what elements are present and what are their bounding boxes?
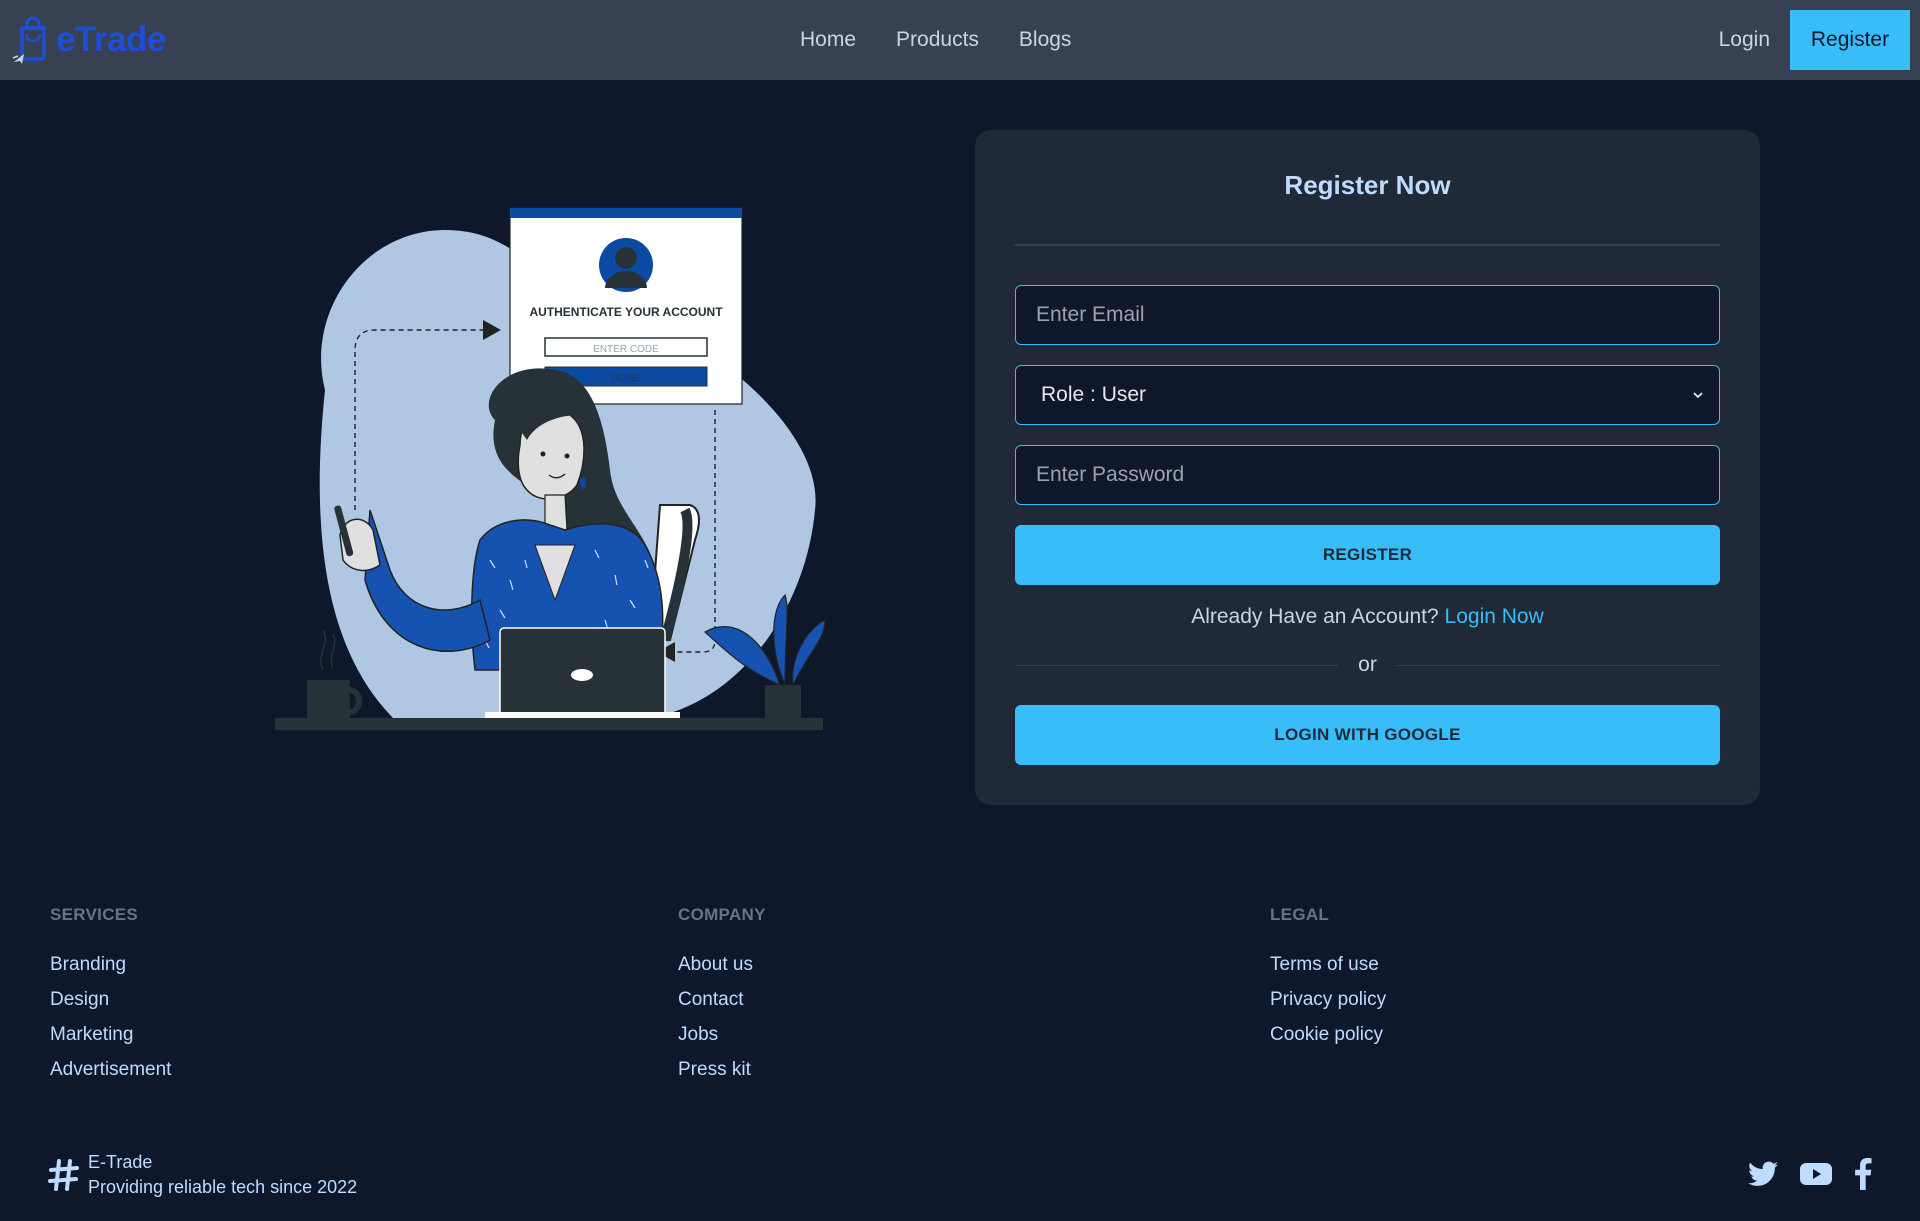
footer-brand: E-Trade Providing reliable tech since 20…: [48, 1150, 357, 1200]
register-card: Register Now Enter Email Role : User Ent…: [975, 130, 1760, 805]
login-now-link[interactable]: Login Now: [1445, 605, 1544, 628]
role-select-value: Role : User: [1041, 383, 1147, 406]
footer-link-cookie[interactable]: Cookie policy: [1270, 1017, 1386, 1052]
illustration-done-button: DONE: [612, 373, 641, 384]
title-divider: [1015, 244, 1720, 246]
footer-company: COMPANY About us Contact Jobs Press kit: [678, 905, 766, 1087]
divider-line-left: [1015, 664, 1339, 666]
or-divider: or: [1015, 650, 1720, 680]
footer-link-privacy[interactable]: Privacy policy: [1270, 982, 1386, 1017]
social-links: [1726, 1158, 1872, 1190]
footer-link-advertisement[interactable]: Advertisement: [50, 1052, 171, 1087]
footer-link-about[interactable]: About us: [678, 947, 766, 982]
nav-links: Home Products Blogs: [800, 0, 1111, 80]
footer-brand-name: E-Trade: [88, 1152, 153, 1172]
chevron-down-icon: [1693, 392, 1703, 399]
footer-link-press-kit[interactable]: Press kit: [678, 1052, 766, 1087]
login-with-google-button[interactable]: LOGIN WITH GOOGLE: [1015, 705, 1720, 765]
shopping-bag-icon: [12, 16, 46, 64]
have-account-label: Already Have an Account?: [1191, 605, 1439, 628]
twitter-icon[interactable]: [1748, 1161, 1778, 1187]
footer-link-contact[interactable]: Contact: [678, 982, 766, 1017]
facebook-icon[interactable]: [1854, 1158, 1872, 1190]
password-field[interactable]: Enter Password: [1015, 445, 1720, 505]
footer-link-terms[interactable]: Terms of use: [1270, 947, 1386, 982]
illustration-code-field: ENTER CODE: [593, 344, 659, 355]
nav-products[interactable]: Products: [896, 28, 979, 52]
divider-line-right: [1396, 664, 1720, 666]
logo-text: eTrade: [56, 20, 166, 59]
nav-blogs[interactable]: Blogs: [1019, 28, 1072, 52]
footer-link-jobs[interactable]: Jobs: [678, 1017, 766, 1052]
nav-login-link[interactable]: Login: [1719, 28, 1770, 52]
illustration-heading: AUTHENTICATE YOUR ACCOUNT: [529, 305, 723, 319]
footer-link-branding[interactable]: Branding: [50, 947, 171, 982]
footer-brand-text: E-Trade Providing reliable tech since 20…: [88, 1150, 357, 1200]
register-button[interactable]: REGISTER: [1015, 525, 1720, 585]
hashtag-icon: [48, 1159, 79, 1191]
nav-auth: Login Register: [1719, 10, 1910, 70]
or-text: or: [1358, 653, 1377, 676]
footer-legal: LEGAL Terms of use Privacy policy Cookie…: [1270, 905, 1386, 1052]
nav-register-button[interactable]: Register: [1790, 10, 1910, 70]
role-select[interactable]: Role : User: [1015, 365, 1720, 425]
footer-tagline: Providing reliable tech since 2022: [88, 1177, 358, 1197]
footer-services-title: SERVICES: [50, 905, 139, 924]
have-account-text: Already Have an Account? Login Now: [975, 605, 1760, 629]
footer-link-marketing[interactable]: Marketing: [50, 1017, 171, 1052]
footer-legal-title: LEGAL: [1270, 905, 1330, 924]
nav-home[interactable]: Home: [800, 28, 856, 52]
footer-services: SERVICES Branding Design Marketing Adver…: [50, 905, 171, 1087]
authentication-illustration: AUTHENTICATE YOUR ACCOUNT ENTER CODE DON…: [275, 207, 826, 730]
footer-company-title: COMPANY: [678, 905, 766, 924]
youtube-icon[interactable]: [1800, 1161, 1832, 1187]
register-title: Register Now: [1284, 170, 1451, 200]
footer-link-design[interactable]: Design: [50, 982, 171, 1017]
email-field[interactable]: Enter Email: [1015, 285, 1720, 345]
logo[interactable]: eTrade: [12, 14, 166, 66]
navbar: eTrade Home Products Blogs Login Registe…: [0, 0, 1920, 80]
